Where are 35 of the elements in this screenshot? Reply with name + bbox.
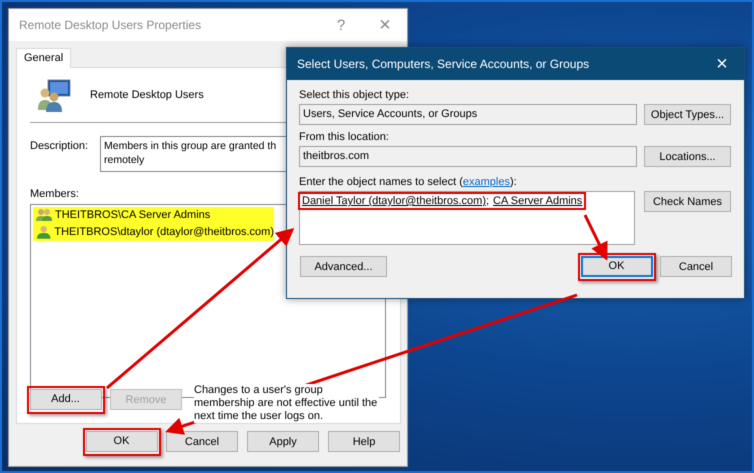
dialog-button[interactable]: OK bbox=[580, 256, 652, 276]
location-field: theitbros.com bbox=[299, 146, 637, 167]
dialog-button[interactable]: Cancel bbox=[660, 256, 732, 277]
users-with-monitor-icon bbox=[38, 78, 72, 112]
dialog-title: Select Users, Computers, Service Accounts, or Groups bbox=[297, 57, 590, 71]
group-name: Remote Desktop Users bbox=[90, 89, 204, 102]
tab[interactable]: General bbox=[16, 48, 72, 68]
dialog-button[interactable]: OK bbox=[86, 430, 158, 452]
separator-text: ; bbox=[486, 195, 490, 207]
object-names-label: Enter the object names to select (examples): bbox=[299, 176, 518, 188]
help-button[interactable]: ? bbox=[319, 16, 363, 34]
member-item[interactable]: THEITBROS\CA Server Admins bbox=[33, 206, 274, 224]
membership-note: Changes to a user's group membership are not effective until the next time the user logs on. bbox=[194, 384, 379, 423]
dialog-button[interactable]: Help bbox=[328, 431, 400, 452]
object-type-label: Select this object type: bbox=[299, 89, 410, 101]
member-item[interactable]: THEITBROS\dtaylor (dtaylor@theitbros.com) bbox=[33, 224, 274, 241]
members-label: Members: bbox=[30, 188, 80, 200]
object-types-button[interactable]: Object Types... bbox=[644, 104, 731, 125]
close-button[interactable]: × bbox=[363, 14, 407, 36]
close-button[interactable]: × bbox=[700, 52, 744, 76]
add-button[interactable]: Add... bbox=[30, 388, 102, 410]
resolved-name: CA Server Admins bbox=[493, 195, 582, 207]
description-label: Description: bbox=[30, 138, 90, 154]
object-type-field: Users, Service Accounts, or Groups bbox=[299, 104, 637, 125]
dialog-button[interactable]: Advanced... bbox=[300, 256, 387, 277]
object-names-field[interactable]: Daniel Taylor (dtaylor@theitbros.com); CA Server Admins bbox=[299, 191, 635, 245]
resolved-name: Daniel Taylor (dtaylor@theitbros.com) bbox=[302, 195, 486, 207]
dialog-button[interactable]: Apply bbox=[247, 431, 319, 452]
dialog-button[interactable]: Cancel bbox=[166, 431, 238, 452]
check-names-button[interactable]: Check Names bbox=[644, 191, 731, 212]
user-icon bbox=[36, 225, 52, 240]
examples-link[interactable]: examples bbox=[462, 176, 510, 188]
window-title: Remote Desktop Users Properties bbox=[19, 18, 202, 32]
locations-button[interactable]: Locations... bbox=[644, 146, 731, 167]
group-icon bbox=[36, 208, 52, 222]
